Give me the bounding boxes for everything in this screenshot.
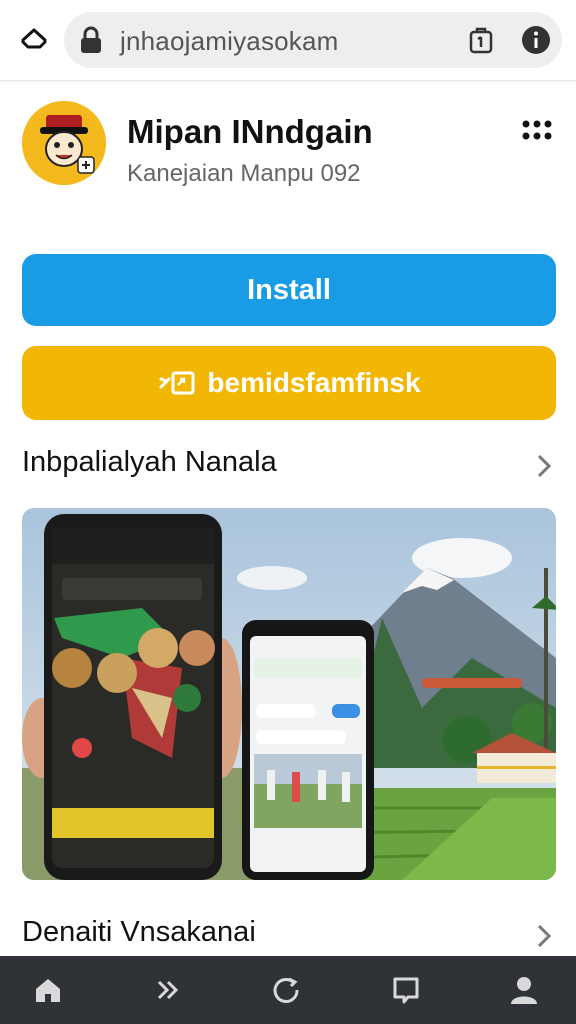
forward-icon [157,980,179,1000]
section-title: Denaiti Vnsakanai [22,916,256,948]
nav-refresh[interactable] [267,970,307,1010]
lock-icon [81,26,101,53]
home-icon [21,28,47,49]
section-header-2[interactable]: Denaiti Vnsakanai [22,916,556,956]
url-text: jnhaojamiyasokam [120,26,339,56]
secondary-button-label: bemidsfamfinsk [207,367,421,398]
app-subtitle: Kanejaian Manpu 092 [127,160,361,187]
bottom-nav-bar [0,956,576,1024]
section-title: Inbpalialyah Nanala [22,446,277,478]
tabs-icon [393,977,419,1004]
open-icon [159,371,195,395]
chevron-right-icon [537,454,552,478]
url-bar[interactable]: jnhaojamiyasokam [64,12,562,68]
more-options-button[interactable] [519,114,555,150]
nav-forward[interactable] [147,970,187,1010]
refresh-icon [273,977,299,1003]
grid-dots-icon [522,120,552,140]
nav-home[interactable] [28,970,68,1010]
tabs-icon[interactable] [466,26,496,56]
info-icon[interactable] [520,24,552,56]
secondary-action-button[interactable]: bemidsfamfinsk [22,346,556,420]
app-title: Mipan INndgain [127,113,373,150]
install-button-label: Install [247,273,331,306]
profile-icon [511,977,537,1004]
app-logo [22,101,106,185]
app-screenshot-preview[interactable] [22,508,556,880]
install-button[interactable]: Install [22,254,556,326]
nav-profile[interactable] [504,970,544,1010]
browser-top-bar: jnhaojamiyasokam [0,0,576,81]
home-button[interactable] [16,22,52,58]
home-icon [36,979,60,1002]
nav-tabs[interactable] [386,970,426,1010]
chevron-right-icon [537,924,552,948]
section-header-1[interactable]: Inbpalialyah Nanala [22,446,556,486]
